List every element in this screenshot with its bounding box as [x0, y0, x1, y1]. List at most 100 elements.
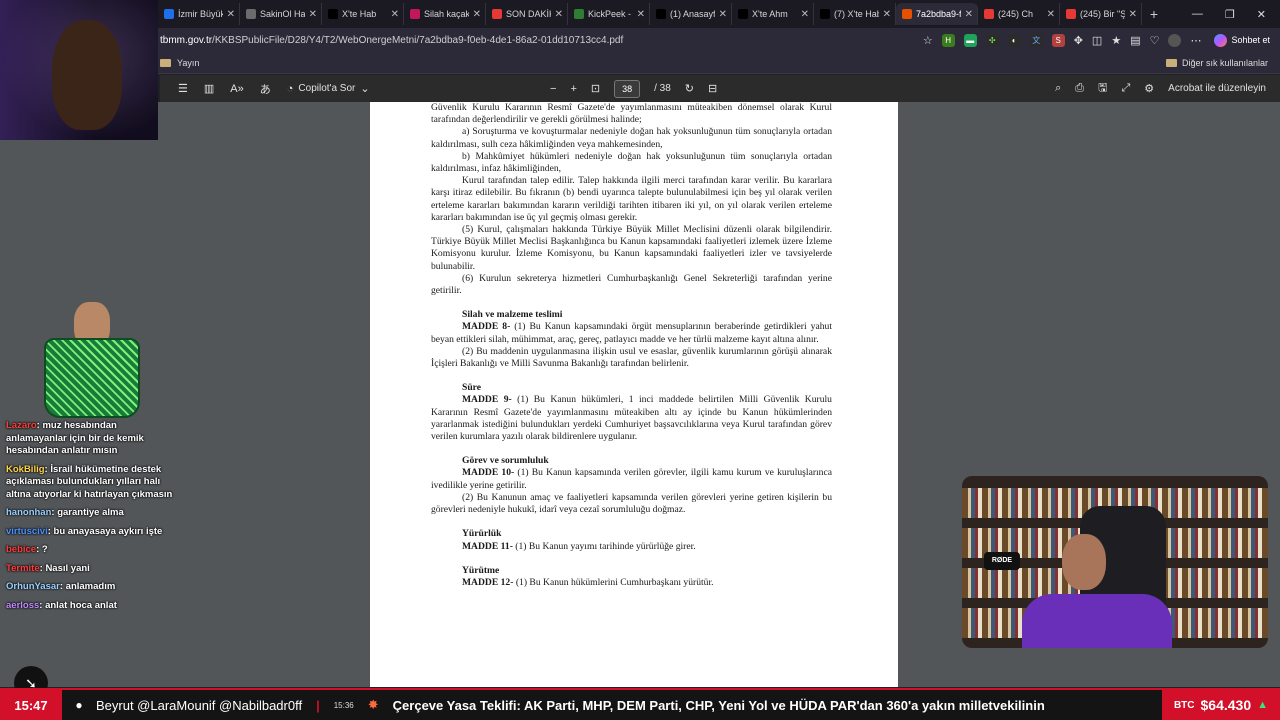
split-screen-icon[interactable]: ◫ [1092, 34, 1102, 47]
read-aloud-icon[interactable]: A» [230, 83, 243, 95]
translate-icon[interactable]: 文 [1029, 33, 1043, 47]
copilot-icon: ◔ [286, 82, 294, 95]
tab-6[interactable]: (1) Anasayfa ✕ [650, 3, 732, 25]
address-bar[interactable]: tbmm.gov.tr/KKBSPublicFile/D28/Y4/T2/Web… [0, 28, 1280, 52]
shield-icon[interactable]: ♡ [1150, 34, 1160, 47]
tab-label: X'te Hab [342, 9, 377, 19]
close-tab-icon[interactable]: ✕ [965, 9, 973, 20]
tab-2[interactable]: X'te Hab ✕ [322, 3, 404, 25]
tab-7[interactable]: X'te Ahm ✕ [732, 3, 814, 25]
chat-message: hanonhan: garantiye alma [6, 507, 124, 518]
bookmark-yayin[interactable]: Yayın [160, 58, 199, 68]
doc-paragraph: Güvenlik Kurulu Kararının Resmî Gazete'd… [431, 102, 832, 126]
extension-icon[interactable]: H [941, 33, 955, 47]
bookmark-other-favorites[interactable]: Diğer sık kullanılanlar [1165, 58, 1280, 68]
close-tab-icon[interactable]: ✕ [637, 9, 645, 20]
chat-text: bu anayasaya aykırı işte [53, 525, 163, 537]
chat-username: Lazaro [6, 420, 37, 431]
save-icon[interactable]: 🖫 [1098, 79, 1107, 98]
btc-price: BTC $64.430 ▲ [1161, 690, 1280, 720]
zoom-in-icon[interactable]: + [570, 83, 576, 95]
close-tab-icon[interactable]: ✕ [883, 9, 891, 20]
tab-label: KickPeek - R [588, 9, 633, 19]
copilot-ask-button[interactable]: ◔ Copilot'a Sor ⌄ [286, 82, 370, 96]
close-tab-icon[interactable]: ✕ [555, 9, 563, 20]
page-view-icon[interactable]: ⊟ [708, 82, 717, 95]
translate-icon[interactable]: あ [260, 81, 271, 97]
close-tab-icon[interactable]: ✕ [801, 9, 809, 20]
extension-icon[interactable]: ▬ [963, 33, 977, 47]
chat-message: aerloss: anlat hoca anlat [6, 599, 117, 611]
sidebar-icon[interactable]: ▥ [204, 82, 214, 95]
tab-4[interactable]: SON DAKİK ✕ [486, 3, 568, 25]
chat-message: bebice: ? [6, 544, 48, 555]
pdf-icon [902, 9, 912, 19]
tab-label: 7a2bdba9-f0 [916, 9, 961, 19]
tab-label: Silah kaçakç [424, 9, 469, 19]
extension-icon[interactable]: ✣ [985, 33, 999, 47]
tab-5[interactable]: KickPeek - R ✕ [568, 3, 650, 25]
tab-11[interactable]: (245) Bir "Şe ✕ [1060, 3, 1142, 25]
search-icon[interactable]: ⌕ [1055, 82, 1061, 95]
collections-icon[interactable]: ▤ [1130, 34, 1140, 47]
close-tab-icon[interactable]: ✕ [719, 9, 727, 20]
live-dot-icon: ● [75, 698, 83, 712]
more-icon[interactable]: ⋯ [1190, 34, 1201, 47]
chat-username: OrhunYasar [6, 581, 60, 592]
fullscreen-icon[interactable]: ⤢ [1121, 82, 1130, 95]
chat-username: aerloss [6, 599, 40, 611]
news-ticker: 15:47 ● Beyrut @LaraMounif @Nabilbadr0ff… [0, 688, 1280, 720]
new-tab-button[interactable]: + [1142, 6, 1166, 22]
settings-icon[interactable]: ⚙ [1144, 82, 1154, 95]
tab-8[interactable]: (7) X'te Hab ✕ [814, 3, 896, 25]
tab-9[interactable]: 7a2bdba9-f0 ✕ [896, 3, 978, 25]
bookmarks-bar: Yayın Diğer sık kullanılanlar [0, 52, 1280, 74]
section-heading: Yürütme [462, 564, 500, 576]
window-controls: — ❐ ✕ [1192, 8, 1280, 21]
fit-page-icon[interactable]: ⊡ [591, 82, 600, 95]
extension-icon[interactable]: S [1051, 33, 1065, 47]
tab-0[interactable]: İzmir Büyükş ✕ [158, 3, 240, 25]
favorites-icon[interactable]: ★ [1111, 34, 1121, 47]
acrobat-edit-button[interactable]: Acrobat ile düzenleyin [1168, 83, 1266, 94]
star-icon[interactable]: ☆ [923, 34, 933, 47]
close-window-icon[interactable]: ✕ [1257, 8, 1266, 21]
close-tab-icon[interactable]: ✕ [1129, 9, 1137, 20]
x-icon [656, 9, 666, 19]
webcam-overlay [0, 0, 158, 140]
tab-1[interactable]: SakinOl Hab ✕ [240, 3, 322, 25]
contents-icon[interactable]: ☰ [178, 82, 188, 95]
restore-icon[interactable]: ❐ [1225, 8, 1235, 21]
minimize-icon[interactable]: — [1192, 8, 1203, 21]
pdf-toolbar: ☰ ▥ A» あ ◔ Copilot'a Sor ⌄ − + ⊡ 38 / 38 ↻… [160, 75, 1280, 102]
microphone-icon: RØDE [984, 552, 1020, 570]
puzzle-icon[interactable]: ✥ [1074, 34, 1083, 47]
avatar[interactable] [1168, 33, 1182, 47]
close-tab-icon[interactable]: ✕ [1047, 9, 1055, 20]
tab-10[interactable]: (245) Ch ✕ [978, 3, 1060, 25]
print-icon[interactable]: ⎙ [1075, 82, 1084, 95]
doc-article: MADDE 8- (1) Bu Kanun kapsamındaki örgüt… [431, 321, 832, 345]
copilot-chat-button[interactable]: Sohbet et [1214, 33, 1270, 47]
chat-overlay: Lazaro: muz hesabından anlamayanlar için… [6, 420, 176, 618]
chat-username: virtuscivi [6, 525, 48, 537]
ticker-stamp: 15:36 [333, 700, 354, 710]
tab-label: İzmir Büyükş [178, 9, 223, 19]
zoom-out-icon[interactable]: − [550, 83, 556, 95]
url-text[interactable]: tbmm.gov.tr/KKBSPublicFile/D28/Y4/T2/Web… [160, 35, 623, 46]
tab-label: (245) Ch [998, 9, 1034, 19]
close-tab-icon[interactable]: ✕ [309, 9, 317, 20]
close-tab-icon[interactable]: ✕ [227, 9, 235, 20]
chat-text: Nasıl yani [45, 562, 90, 574]
tab-3[interactable]: Silah kaçakç ✕ [404, 3, 486, 25]
chat-text: anlat hoca anlat [45, 599, 117, 611]
section-heading: Görev ve sorumluluk [462, 455, 549, 467]
globe-icon [246, 9, 256, 19]
streamer-avatar [28, 302, 152, 420]
extension-icon[interactable]: ◐ [1007, 33, 1021, 47]
rotate-icon[interactable]: ↻ [685, 82, 694, 95]
close-tab-icon[interactable]: ✕ [391, 9, 399, 20]
close-tab-icon[interactable]: ✕ [473, 9, 481, 20]
page-number-input[interactable]: 38 [614, 79, 641, 98]
globe-icon [164, 9, 174, 19]
